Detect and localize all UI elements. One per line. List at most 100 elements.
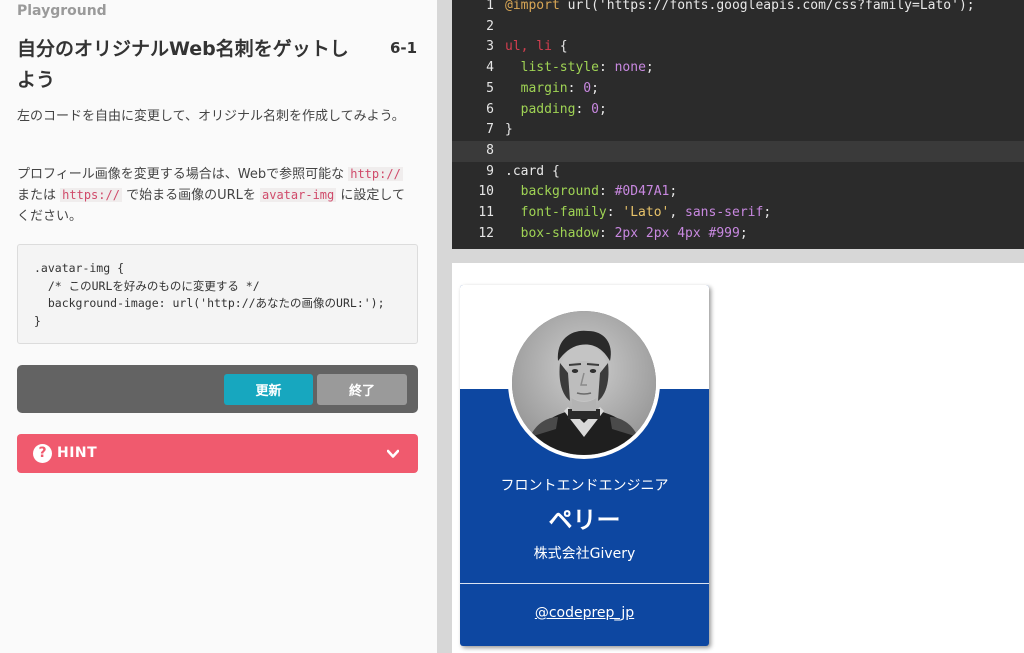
snippet-line: background-image: url('http://あなたの画像のURL… bbox=[34, 296, 385, 310]
action-bar: 更新 終了 bbox=[17, 365, 418, 413]
hint-label: HINT bbox=[57, 445, 98, 461]
code-token: ul, li bbox=[505, 39, 552, 55]
code-token: 2px 2px 4px #999 bbox=[614, 225, 740, 241]
code-token: box-shadow bbox=[520, 225, 599, 241]
code-token: ; bbox=[669, 184, 678, 200]
code-token: ; bbox=[645, 60, 654, 76]
line-code: .card { bbox=[505, 162, 560, 183]
code-token: { bbox=[551, 39, 568, 55]
question-icon: ? bbox=[33, 444, 52, 463]
lesson-panel: Playground 自分のオリジナルWeb名刺をゲットしよう 6-1 左のコー… bbox=[0, 0, 437, 653]
instruction-text: または bbox=[17, 188, 61, 203]
lesson-title: 自分のオリジナルWeb名刺をゲットしよう bbox=[17, 38, 349, 91]
code-token: 0 bbox=[591, 101, 599, 117]
inline-code-https: https:// bbox=[60, 188, 122, 202]
editor-line[interactable]: 12 box-shadow: 2px 2px 4px #999; bbox=[452, 224, 1024, 245]
code-token: @import bbox=[505, 0, 568, 13]
code-token: ; bbox=[591, 80, 599, 96]
snippet-line: .avatar-img { bbox=[34, 261, 125, 275]
preview-pane: フロントエンドエンジニア ペリー 株式会社Givery @codeprep_jp bbox=[452, 263, 1024, 653]
code-token: ; bbox=[739, 225, 748, 241]
business-card: フロントエンドエンジニア ペリー 株式会社Givery @codeprep_jp bbox=[460, 285, 709, 646]
editor-line[interactable]: 5 margin: 0; bbox=[452, 79, 1024, 100]
code-token: margin bbox=[520, 80, 568, 96]
code-token: none bbox=[614, 60, 646, 76]
line-number: 3 bbox=[486, 39, 494, 55]
code-token: : bbox=[567, 80, 584, 96]
editor-line[interactable]: 2 bbox=[452, 17, 1024, 38]
code-editor[interactable]: 1 @import url('https://fonts.googleapis.c… bbox=[452, 0, 1024, 249]
editor-line[interactable]: 8 bbox=[452, 140, 1024, 162]
code-token: : bbox=[575, 101, 592, 117]
inline-code-http: http:// bbox=[348, 167, 403, 181]
editor-line[interactable]: 6 padding: 0; bbox=[452, 100, 1024, 121]
line-number: 4 bbox=[486, 60, 494, 76]
instruction-text-2: プロフィール画像を変更する場合は、Webで参照可能な http:// または h… bbox=[17, 164, 407, 227]
editor-line[interactable]: 3 ul, li { bbox=[452, 37, 1024, 58]
line-number: 2 bbox=[486, 18, 494, 34]
editor-resize-bar[interactable] bbox=[452, 249, 1024, 263]
line-number: 8 bbox=[486, 142, 494, 158]
code-token: background bbox=[520, 184, 599, 200]
chevron-down-icon bbox=[387, 449, 399, 458]
line-number: 10 bbox=[478, 184, 494, 200]
instruction-text: で始まる画像のURLを bbox=[121, 188, 260, 203]
code-token: : bbox=[598, 60, 615, 76]
twitter-link[interactable]: @codeprep_jp bbox=[460, 605, 709, 621]
code-token: : bbox=[598, 184, 615, 200]
code-token: } bbox=[505, 122, 513, 138]
editor-line[interactable]: 11 font-family: 'Lato', sans-serif; bbox=[452, 203, 1024, 224]
hint-toggle[interactable]: ? HINT bbox=[17, 434, 418, 473]
portrait-image bbox=[512, 311, 656, 455]
code-snippet: .avatar-img { /* このURLを好みのものに変更する */ bac… bbox=[17, 244, 418, 344]
line-number: 11 bbox=[478, 205, 494, 220]
update-button[interactable]: 更新 bbox=[224, 374, 313, 405]
editor-line[interactable]: 4 list-style: none; bbox=[452, 58, 1024, 79]
line-code: padding: 0; bbox=[505, 100, 607, 121]
code-token: .card { bbox=[505, 163, 560, 179]
code-token: url('https://fonts.googleapis.com/css?fa… bbox=[567, 0, 975, 13]
line-number: 7 bbox=[486, 122, 494, 138]
code-token: font-family bbox=[520, 205, 607, 220]
code-token: , bbox=[669, 205, 686, 220]
code-token: ; bbox=[598, 101, 607, 117]
line-code: } bbox=[505, 120, 513, 141]
avatar bbox=[508, 307, 660, 459]
finish-button[interactable]: 終了 bbox=[317, 374, 407, 405]
card-company: 株式会社Givery bbox=[533, 546, 636, 562]
code-token: sans-serif bbox=[685, 205, 764, 220]
lesson-number: 6-1 bbox=[390, 39, 418, 57]
panel-divider[interactable] bbox=[437, 0, 452, 653]
instruction-text: プロフィール画像を変更する場合は、Webで参照可能な bbox=[17, 167, 349, 182]
card-name: ペリー bbox=[548, 506, 621, 534]
snippet-line: } bbox=[34, 313, 41, 328]
code-token: padding bbox=[520, 101, 576, 117]
line-number: 5 bbox=[486, 80, 494, 96]
code-token: 0 bbox=[583, 80, 592, 96]
snippet-line: /* このURLを好みのものに変更する */ bbox=[34, 278, 260, 293]
card-job-title: フロントエンドエンジニア bbox=[500, 478, 669, 494]
card-divider bbox=[460, 583, 709, 584]
instruction-text-1: 左のコードを自由に変更して、オリジナル名刺を作成してみよう。 bbox=[17, 109, 405, 124]
editor-line[interactable]: 1 @import url('https://fonts.googleapis.c… bbox=[452, 0, 1024, 17]
code-token: 'Lato' bbox=[622, 205, 670, 220]
inline-code-avatar-img: avatar-img bbox=[260, 188, 337, 202]
editor-line[interactable]: 10 background: #0D47A1; bbox=[452, 182, 1024, 203]
editor-line[interactable]: 9 .card { bbox=[452, 162, 1024, 183]
code-token: #0D47A1 bbox=[614, 184, 670, 200]
code-token: : bbox=[606, 205, 623, 220]
line-number: 12 bbox=[478, 225, 494, 241]
breadcrumb[interactable]: Playground bbox=[17, 3, 107, 19]
editor-line[interactable]: 7} bbox=[452, 120, 1024, 141]
line-code: margin: 0; bbox=[505, 79, 599, 100]
code-token: : bbox=[598, 225, 615, 241]
line-code: background: #0D47A1; bbox=[505, 182, 678, 203]
line-number: 9 bbox=[486, 163, 494, 179]
line-number: 1 bbox=[486, 0, 494, 13]
